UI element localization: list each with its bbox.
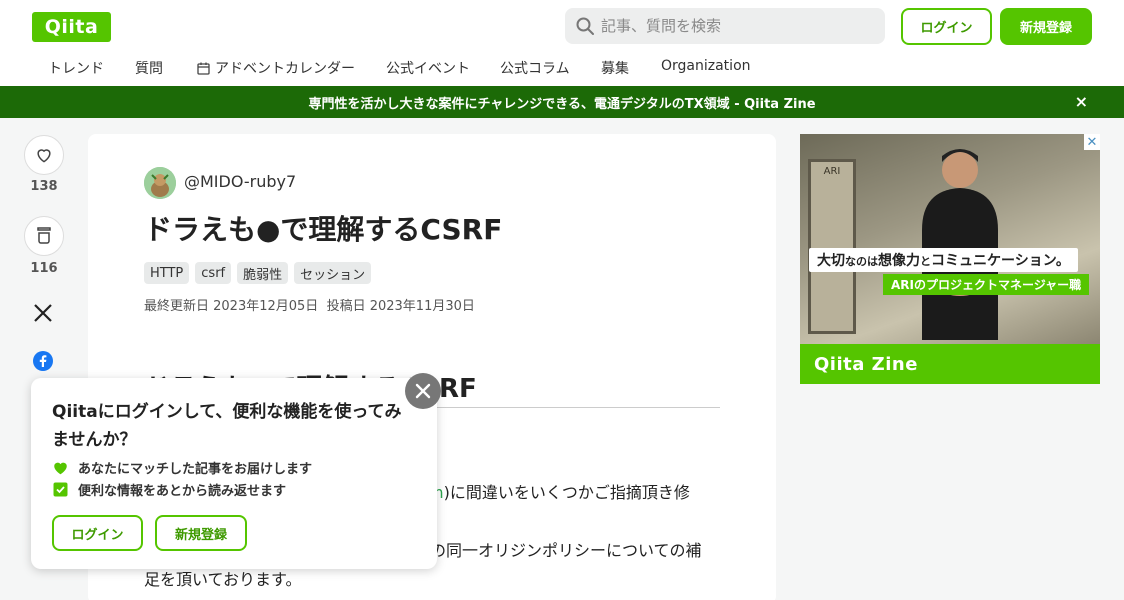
nav-advent-calendar[interactable]: アドベントカレンダー <box>197 58 355 78</box>
close-icon[interactable]: × <box>1075 92 1088 111</box>
article-title: ドラえも●で理解するCSRF <box>144 213 503 246</box>
popup-close-button[interactable] <box>405 373 441 409</box>
paragraph-1: m)に間違いをいくつかご指摘頂き修 <box>428 479 690 503</box>
ad-subheadline: ARIのプロジェクトマネージャー職 <box>883 274 1090 295</box>
ad-person-image <box>922 149 998 340</box>
ad-info-icon[interactable]: ✕ <box>1084 134 1100 150</box>
paragraph-2: の同一オリジンポリシーについての補 <box>430 541 702 560</box>
paragraph-1-text: )に間違いをいくつかご指摘頂き修 <box>443 483 690 502</box>
popup-feature-1-text: あなたにマッチした記事をお届けします <box>78 462 313 477</box>
popup-title: Qiitaにログインして、便利な機能を使ってみませんか？ <box>52 402 402 450</box>
login-button[interactable]: ログイン <box>901 8 992 45</box>
like-button[interactable] <box>24 135 64 175</box>
nav-questions[interactable]: 質問 <box>135 58 163 78</box>
ad-window: ARI <box>808 159 856 334</box>
ad-photo: ARI <box>800 134 1100 344</box>
heart-icon <box>37 149 51 163</box>
author-avatar[interactable] <box>144 167 176 199</box>
close-icon <box>415 383 431 399</box>
qiita-logo[interactable]: Qiita <box>32 12 111 42</box>
popup-login-button[interactable]: ログイン <box>52 515 143 551</box>
popup-feature-2: 便利な情報をあとから読み返せます <box>53 480 286 499</box>
nav-trend[interactable]: トレンド <box>48 58 104 78</box>
nav-recruit[interactable]: 募集 <box>601 58 629 78</box>
paragraph-3: 足を頂いております。 <box>144 570 302 589</box>
like-count: 138 <box>30 179 58 194</box>
stock-button[interactable] <box>24 216 64 256</box>
nav-organization[interactable]: Organization <box>661 58 751 74</box>
nav-official-column[interactable]: 公式コラム <box>500 58 570 78</box>
checkbox-icon <box>53 482 68 497</box>
calendar-icon <box>197 62 210 75</box>
ad-headline-part4: と <box>920 255 931 268</box>
ad-banner[interactable]: ARI ✕ 大切なのは想像力とコミュニケーション。 ARIのプロジェクトマネージ… <box>800 134 1100 384</box>
signup-button[interactable]: 新規登録 <box>1000 8 1092 45</box>
ad-headline-part1: 大切 <box>817 253 845 269</box>
search-icon <box>576 17 594 35</box>
tag-vulnerability[interactable]: 脆弱性 <box>237 262 289 284</box>
heart-filled-icon <box>54 462 67 474</box>
ad-footer-logo: Qiita Zine <box>800 344 1100 384</box>
search-box[interactable] <box>565 8 885 44</box>
nav-advent-calendar-label: アドベントカレンダー <box>215 61 355 77</box>
promo-banner-text[interactable]: 専門性を活かし大きな案件にチャレンジできる、電通デジタルのTX領域 - Qiit… <box>308 93 815 112</box>
tag-http[interactable]: HTTP <box>144 262 190 284</box>
stock-icon <box>37 227 51 244</box>
nav-official-events[interactable]: 公式イベント <box>386 58 470 78</box>
ad-headline: 大切なのは想像力とコミュニケーション。 <box>809 248 1078 272</box>
x-share-icon[interactable] <box>33 303 53 323</box>
popup-feature-2-text: 便利な情報をあとから読み返せます <box>78 484 287 499</box>
ad-headline-part3: 想像力 <box>878 253 920 269</box>
popup-feature-1: あなたにマッチした記事をお届けします <box>53 458 312 477</box>
ad-headline-part5: コミュニケーション。 <box>931 253 1070 269</box>
ad-headline-part2: なのは <box>845 255 878 268</box>
tag-session[interactable]: セッション <box>294 262 372 284</box>
article-dates: 最終更新日 2023年12月05日 投稿日 2023年11月30日 <box>144 295 475 314</box>
tag-list: HTTP csrf 脆弱性 セッション <box>144 262 372 284</box>
promo-banner[interactable]: 専門性を活かし大きな案件にチャレンジできる、電通デジタルのTX領域 - Qiit… <box>0 86 1124 118</box>
stock-count: 116 <box>30 261 58 276</box>
site-header: Qiita ログイン 新規登録 トレンド 質問 アドベントカレンダー 公式イベン… <box>0 0 1124 86</box>
updated-date: 最終更新日 2023年12月05日 <box>144 299 319 314</box>
facebook-share-icon[interactable] <box>33 351 53 371</box>
search-input[interactable] <box>601 17 871 35</box>
popup-signup-button[interactable]: 新規登録 <box>155 515 247 551</box>
author-name[interactable]: @MIDO-ruby7 <box>184 172 296 191</box>
posted-date: 投稿日 2023年11月30日 <box>326 299 475 314</box>
tag-csrf[interactable]: csrf <box>195 262 232 284</box>
avatar-image <box>144 167 176 199</box>
ad-window-sign: ARI <box>823 166 841 177</box>
login-popup: Qiitaにログインして、便利な機能を使ってみませんか？ あなたにマッチした記事… <box>31 378 437 569</box>
